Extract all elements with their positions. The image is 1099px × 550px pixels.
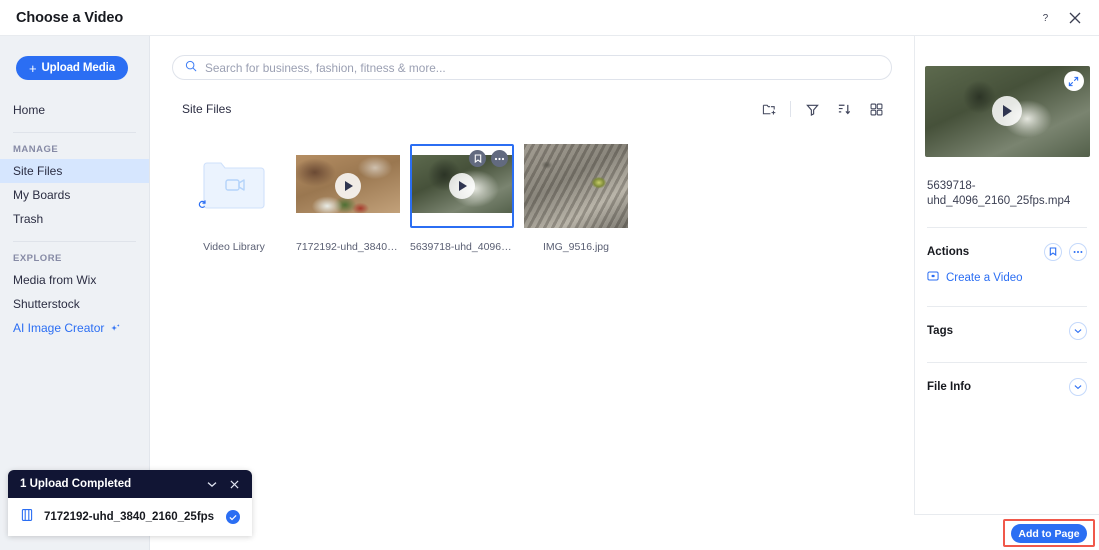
- film-strip-icon: [20, 508, 34, 527]
- actions-title: Actions: [927, 245, 970, 258]
- play-icon[interactable]: [449, 173, 475, 199]
- upload-panel-header: 1 Upload Completed: [8, 470, 252, 498]
- header-actions: ?: [1033, 6, 1087, 30]
- new-folder-icon[interactable]: [753, 96, 785, 122]
- toolbar: [753, 96, 892, 122]
- file-grid: Video Library 7172192-uhd_3840_2160...: [150, 122, 914, 253]
- panel-divider-2: [927, 305, 1087, 307]
- sort-icon[interactable]: [828, 96, 860, 122]
- upload-media-label: Upload Media: [41, 62, 116, 74]
- play-icon[interactable]: [335, 173, 361, 199]
- grid-item-label: Video Library: [203, 241, 265, 253]
- more-options-icon[interactable]: [1069, 242, 1087, 261]
- sidebar-item-trash[interactable]: Trash: [0, 207, 149, 231]
- plus-icon: +: [28, 60, 37, 76]
- grid-item-image-img9516[interactable]: IMG_9516.jpg: [524, 144, 628, 253]
- folder-thumbnail: [182, 144, 286, 228]
- grid-item-label: 5639718-uhd_4096_2160...: [410, 241, 514, 253]
- sidebar-group-manage-title: MANAGE: [13, 144, 59, 155]
- sync-icon: [198, 197, 207, 215]
- grid-item-label: IMG_9516.jpg: [543, 241, 609, 253]
- chevron-down-icon[interactable]: [1069, 321, 1087, 340]
- panel-divider-1: [927, 226, 1087, 228]
- section-title: Site Files: [182, 102, 232, 116]
- file-info-section-header[interactable]: File Info: [915, 374, 1099, 400]
- sidebar-divider-2: [13, 241, 136, 242]
- tags-toggle: [1069, 321, 1087, 340]
- upload-media-button[interactable]: + Upload Media: [16, 56, 128, 80]
- search-input[interactable]: [205, 60, 879, 75]
- video-create-icon: [927, 270, 939, 285]
- create-a-video-action[interactable]: Create a Video: [915, 268, 1099, 288]
- sidebar-item-label: Home: [13, 103, 46, 117]
- filter-icon[interactable]: [796, 96, 828, 122]
- chevron-down-icon[interactable]: [202, 474, 222, 494]
- bookmark-icon[interactable]: [1044, 242, 1062, 261]
- image-thumbnail: [524, 144, 628, 228]
- sidebar-item-label: AI Image Creator: [13, 321, 105, 335]
- help-icon[interactable]: ?: [1033, 6, 1057, 30]
- search-box[interactable]: [172, 55, 892, 80]
- sidebar-item-label: Media from Wix: [13, 273, 97, 287]
- sidebar-item-my-boards[interactable]: My Boards: [0, 183, 149, 207]
- sidebar-divider-1: [13, 132, 136, 133]
- close-icon[interactable]: [224, 474, 244, 494]
- search-icon: [185, 59, 197, 77]
- tags-section-header[interactable]: Tags: [915, 318, 1099, 344]
- grid-item-video-5639718[interactable]: 5639718-uhd_4096_2160...: [410, 144, 514, 253]
- create-a-video-label: Create a Video: [946, 271, 1023, 284]
- grid-item-video-library[interactable]: Video Library: [182, 144, 286, 253]
- section-bar: Site Files: [150, 80, 914, 122]
- play-icon[interactable]: [991, 96, 1022, 126]
- expand-icon[interactable]: [1063, 71, 1084, 91]
- file-info-toggle: [1069, 377, 1087, 396]
- sidebar-item-label: Site Files: [13, 164, 63, 178]
- selected-file-name: 5639718-uhd_4096_2160_25fps.mp4: [927, 180, 1071, 207]
- actions-icons: [1044, 242, 1087, 261]
- sidebar-item-label: My Boards: [13, 188, 71, 202]
- dialog-header: Choose a Video ?: [0, 0, 1099, 36]
- video-preview[interactable]: [924, 66, 1090, 157]
- main-content: Site Files: [150, 36, 914, 550]
- grid-item-video-7172192[interactable]: 7172192-uhd_3840_2160...: [296, 144, 400, 253]
- sidebar-item-shutterstock[interactable]: Shutterstock: [0, 292, 149, 316]
- sidebar-group-explore-title: EXPLORE: [13, 253, 62, 264]
- media-manager-dialog: Choose a Video ? + Upload Media Home MAN…: [0, 0, 1099, 550]
- sidebar-item-label: Shutterstock: [13, 297, 80, 311]
- sidebar-item-media-from-wix[interactable]: Media from Wix: [0, 268, 149, 292]
- grid-item-label: 7172192-uhd_3840_2160...: [296, 241, 400, 253]
- search-area: [150, 36, 914, 80]
- page-title: Choose a Video: [16, 9, 124, 26]
- sparkle-icon: [110, 323, 121, 334]
- sidebar-item-home[interactable]: Home: [0, 98, 149, 122]
- bookmark-icon[interactable]: [469, 150, 486, 167]
- sidebar-item-site-files[interactable]: Site Files: [0, 159, 149, 183]
- toolbar-divider: [790, 101, 791, 117]
- video-thumbnail-selected: [410, 144, 514, 228]
- actions-section-header: Actions: [915, 239, 1099, 265]
- thumbnail-image: [524, 144, 628, 228]
- grid-view-icon[interactable]: [860, 96, 892, 122]
- sidebar-item-ai-image-creator[interactable]: AI Image Creator: [0, 316, 149, 340]
- add-to-page-button[interactable]: Add to Page: [1011, 524, 1087, 543]
- upload-item-row: 7172192-uhd_3840_2160_25fps: [8, 498, 252, 536]
- more-options-icon[interactable]: [491, 150, 508, 167]
- sidebar-item-label: Trash: [13, 212, 44, 226]
- upload-file-name: 7172192-uhd_3840_2160_25fps: [44, 511, 215, 523]
- close-icon[interactable]: [1063, 6, 1087, 30]
- folder-icon: [198, 160, 266, 212]
- tags-title: Tags: [927, 324, 953, 337]
- details-panel: 5639718-uhd_4096_2160_25fps.mp4 Actions: [914, 36, 1099, 550]
- upload-panel-controls: [202, 474, 244, 494]
- upload-status-panel: 1 Upload Completed 7172192-uhd_3840_2160…: [8, 470, 252, 536]
- thumbnail-hover-actions: [469, 150, 508, 167]
- svg-text:?: ?: [1042, 13, 1048, 24]
- chevron-down-icon[interactable]: [1069, 377, 1087, 396]
- check-circle-icon: [226, 510, 240, 524]
- upload-status-title: 1 Upload Completed: [20, 478, 132, 490]
- panel-divider-3: [927, 361, 1087, 363]
- video-thumbnail: [296, 144, 400, 228]
- file-info-title: File Info: [927, 380, 972, 393]
